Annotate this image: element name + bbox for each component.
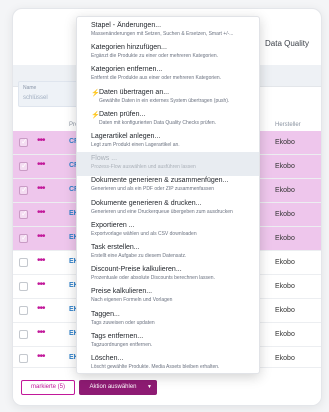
menu-item-description: Nach eigenen Formeln und Vorlagen [91,297,173,304]
menu-item-title: Discount-Preise kalkulieren... [91,266,182,274]
row-checkbox[interactable]: ✓ [19,185,28,195]
menu-item-title: Taggen... [91,310,120,318]
menu-item-description: Tags zuweisen oder updaten [91,319,155,326]
select-action-button[interactable]: Aktion auswählen ▼ [79,380,157,395]
menu-item-title: Löschen... [91,355,124,362]
menu-item[interactable]: Lagerartikel anlegen... Legt zum Produkt … [77,130,259,154]
bolt-icon: ⚡ [91,111,100,119]
more-options-icon[interactable]: ••• [37,208,45,218]
menu-item-description: Daten mit konfigurierten Data Quality Ch… [99,119,216,126]
menu-item-description: Prozentuale oder absolute Discounts bere… [91,275,215,282]
menu-item-title: Tags entfernen... [91,332,144,340]
more-options-icon[interactable]: ••• [37,160,45,170]
row-checkbox[interactable] [19,258,28,267]
menu-item-title: Task erstellen... [91,244,140,251]
menu-item-title: Flows ... [91,155,118,163]
row-checkbox[interactable] [19,354,28,363]
more-options-icon[interactable]: ••• [37,232,45,242]
check-icon: ✓ [21,161,28,170]
caret-down-icon: ▼ [147,384,152,390]
manufacturer-cell: Ekobo [275,187,295,194]
menu-item[interactable]: Kategorien entfernen... Entfernt die Prod… [77,63,259,87]
row-checkbox[interactable] [19,306,28,315]
menu-item-description: Exportvorlage wählen und als CSV downloa… [91,230,197,237]
menu-item-title: Exportieren ... [91,221,135,229]
menu-item-description: Ergänzt die Produkte zu einer oder mehre… [91,53,219,60]
menu-item-description: Legt zum Produkt einen Lagerartikel an. [91,142,180,148]
menu-item[interactable]: Flows ... Prozess-Flow auswählen und ausf… [77,152,259,177]
row-checkbox[interactable]: ✓ [19,233,28,243]
more-options-icon[interactable]: ••• [37,352,45,362]
menu-item-description: Massenänderungen mit Setzen, Suchen & Er… [91,31,234,37]
manufacturer-cell: Ekobo [275,331,295,338]
menu-item[interactable]: Taggen... Tags zuweisen oder updaten [77,308,259,332]
manufacturer-cell: Ekobo [275,355,295,362]
manufacturer-cell: Ekobo [275,259,295,266]
menu-item-title: Daten prüfen... [99,110,146,118]
menu-item-title: Daten übertragen an... [99,88,170,96]
menu-item[interactable]: ⚡ Daten übertragen an... Gewählte Daten in… [77,86,259,110]
more-options-icon[interactable]: ••• [37,304,45,314]
column-data-quality[interactable]: Data Quality [265,39,309,48]
menu-item[interactable]: Preise kalkulieren... Nach eigenen Formel… [77,285,259,309]
manufacturer-cell: Ekobo [275,139,295,146]
menu-item-title: Dokumente generieren & zusammenfügen... [91,177,229,185]
menu-item[interactable]: Dokumente generieren & drucken... Generie… [77,197,259,221]
menu-item-description: Generieren und eine Druckerqueue übergeb… [91,208,233,215]
menu-item-description: Tagzuordnungen entfernen. [91,341,153,348]
menu-item[interactable]: Löschen... Löscht gewählte Produkte. Medi… [77,352,259,373]
manufacturer-cell: Ekobo [275,307,295,314]
menu-item-title: Dokumente generieren & drucken... [91,199,202,207]
menu-item-description: Prozess-Flow auswählen und ausführen las… [91,164,196,171]
menu-item-description: Entfernt die Produkte aus einer oder meh… [91,75,222,82]
manufacturer-cell: Ekobo [275,163,295,170]
row-checkbox[interactable] [19,282,28,291]
menu-item[interactable]: Task erstellen... Erstellt eine Aufgabe z… [77,241,259,265]
more-options-icon[interactable]: ••• [37,136,45,146]
check-icon: ✓ [21,209,28,218]
menu-item[interactable]: Kategorien hinzufügen... Ergänzt die Prod… [77,41,259,65]
marked-button[interactable]: markierte (5) [21,380,75,395]
check-icon: ✓ [21,137,28,146]
menu-item[interactable]: Stapel - Änderungen... Massenänderungen m… [77,19,259,43]
more-options-icon[interactable]: ••• [37,328,45,338]
menu-item-description: Generieren und als ein PDF oder ZIP zusa… [91,186,215,193]
row-checkbox[interactable]: ✓ [19,209,28,219]
action-menu: Stapel - Änderungen... Massenänderungen m… [76,16,260,374]
manufacturer-cell: Ekobo [275,235,295,242]
bolt-icon: ⚡ [91,89,100,97]
column-manufacturer[interactable]: Hersteller [275,122,301,128]
menu-item-title: Lagerartikel anlegen... [91,133,161,140]
more-options-icon[interactable]: ••• [37,256,45,266]
check-icon: ✓ [21,185,28,194]
menu-item[interactable]: Dokumente generieren & zusammenfügen... G… [77,174,259,198]
menu-item-description: Löscht gewählte Produkte. Media Assets b… [91,364,220,370]
select-action-label: Aktion auswählen [89,384,137,390]
menu-item[interactable]: Exportieren ... Exportvorlage wählen und … [77,219,259,243]
menu-item-title: Kategorien hinzufügen... [91,44,167,52]
menu-item[interactable]: Tags entfernen... Tagzuordnungen entferne… [77,330,259,354]
row-checkbox[interactable]: ✓ [19,161,28,171]
menu-item-description: Erstellt eine Aufgabe zu diesem Datensat… [91,253,187,259]
row-checkbox[interactable] [19,330,28,339]
menu-item-title: Stapel - Änderungen... [91,22,162,29]
menu-item[interactable]: ⚡ Daten prüfen... Daten mit konfigurierten… [77,108,259,132]
filter-label: Name [23,85,37,91]
menu-item-description: Gewählte Daten in ein externes System üb… [99,97,230,104]
menu-item-title: Kategorien entfernen... [91,66,163,74]
check-icon: ✓ [21,233,28,242]
more-options-icon[interactable]: ••• [37,184,45,194]
more-options-icon[interactable]: ••• [37,280,45,290]
manufacturer-cell: Ekobo [275,283,295,290]
filter-value: schlüssel [23,95,48,101]
menu-item-title: Preise kalkulieren... [91,288,153,296]
menu-item[interactable]: Discount-Preise kalkulieren... Prozentual… [77,263,259,287]
row-checkbox[interactable]: ✓ [19,137,28,147]
manufacturer-cell: Ekobo [275,211,295,218]
